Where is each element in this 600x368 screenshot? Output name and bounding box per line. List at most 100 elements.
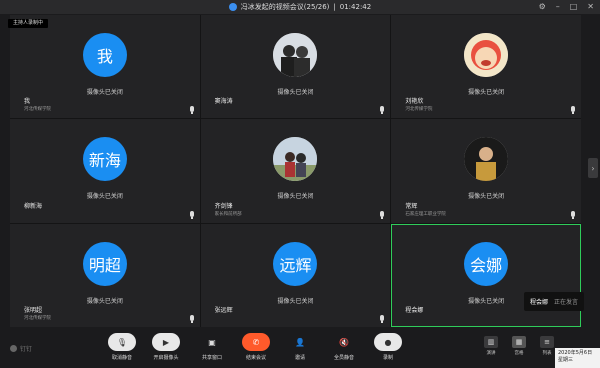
camera-label: 开启摄像头 bbox=[153, 355, 179, 361]
speaking-indicator: 程会娜 正在发言 bbox=[524, 292, 585, 311]
recording-badge: 主持人录制中 bbox=[8, 19, 49, 28]
settings-icon[interactable]: ⚙ bbox=[539, 2, 546, 11]
record-button[interactable]: ● 录制 bbox=[368, 333, 408, 361]
participant-name: 柳新海 bbox=[24, 202, 43, 210]
share-label: 共享窗口 bbox=[201, 355, 222, 361]
speaker-state: 正在发言 bbox=[554, 299, 579, 306]
window-controls: ⚙ – □ ✕ bbox=[539, 2, 594, 11]
mic-icon bbox=[380, 315, 385, 323]
avatar-photo bbox=[273, 33, 318, 77]
system-clock: 2020年5月6日 星期三 bbox=[555, 348, 600, 368]
camera-off-text: 摄像头已关闭 bbox=[86, 193, 123, 201]
participant-name: 我 bbox=[24, 98, 31, 106]
mic-icon: 🎙 bbox=[108, 333, 136, 351]
unmute-label: 取消静音 bbox=[111, 355, 132, 361]
title-bar: 冯冰发起的视频会议(25/26) | 01:42:42 ⚙ – □ ✕ bbox=[0, 0, 600, 14]
meeting-timer: 01:42:42 bbox=[339, 3, 372, 11]
avatar: 新海 bbox=[82, 137, 127, 182]
participant-tile[interactable]: 摄像头已关闭 齐剑锋 家长和前所部 bbox=[200, 119, 391, 223]
participant-name: 程会娜 bbox=[405, 307, 424, 314]
avatar: 我 bbox=[82, 33, 127, 77]
mute-all-icon: 🔇 bbox=[339, 337, 349, 347]
video-grid: 我 摄像头已关闭 我 河北传媒学院 摄像头已关闭 窦海涛 摄像头已关闭 刘艳欣 … bbox=[10, 15, 581, 327]
phone-icon: ✆ bbox=[242, 333, 270, 351]
close-icon[interactable]: ✕ bbox=[587, 2, 594, 11]
unmute-button[interactable]: 🎙 取消静音 bbox=[102, 333, 142, 361]
mute-all-label: 全员静音 bbox=[333, 355, 354, 361]
camera-icon: ▶ bbox=[152, 333, 180, 351]
avatar-photo bbox=[464, 137, 509, 182]
participant-tile[interactable]: 我 摄像头已关闭 我 河北传媒学院 bbox=[10, 15, 200, 119]
end-meeting-button[interactable]: ✆ 结束会议 bbox=[236, 333, 276, 361]
end-meeting-label: 结束会议 bbox=[245, 355, 266, 361]
minimize-icon[interactable]: – bbox=[556, 2, 560, 11]
mic-icon bbox=[380, 106, 385, 115]
mic-icon bbox=[189, 106, 194, 115]
camera-off-text: 摄像头已关闭 bbox=[86, 89, 123, 96]
participant-tile[interactable]: 摄像头已关闭 刘艳欣 河北传媒学院 bbox=[391, 15, 581, 119]
avatar: 明超 bbox=[82, 241, 127, 286]
participant-name: 张远辉 bbox=[214, 307, 233, 314]
camera-off-text: 摄像头已关闭 bbox=[468, 89, 505, 96]
speaker-name: 程会娜 bbox=[530, 299, 549, 306]
mute-all-button[interactable]: 🔇 全员静音 bbox=[324, 333, 364, 362]
participant-tile[interactable]: 摄像头已关闭 窦海涛 bbox=[200, 15, 391, 119]
participant-org: 河北传媒学院 bbox=[24, 316, 51, 321]
avatar bbox=[464, 33, 509, 77]
clock-weekday: 星期三 bbox=[558, 357, 574, 363]
avatar bbox=[273, 33, 318, 77]
invite-button[interactable]: 👤 邀请 bbox=[280, 333, 320, 362]
view-label: 演讲 bbox=[486, 351, 496, 356]
mic-icon bbox=[189, 315, 194, 323]
camera-off-text: 摄像头已关闭 bbox=[468, 193, 505, 201]
avatar-photo bbox=[464, 33, 509, 77]
invite-icon: 👤 bbox=[295, 337, 305, 347]
title-separator: | bbox=[333, 3, 336, 11]
participant-name: 张明超 bbox=[24, 307, 43, 314]
camera-button[interactable]: ▶ 开启摄像头 bbox=[146, 333, 186, 361]
avatar bbox=[273, 137, 318, 182]
view-grid-button[interactable]: ▦ 宫格 bbox=[508, 336, 530, 356]
participant-tile[interactable]: 远辉 摄像头已关闭 张远辉 bbox=[200, 223, 391, 327]
dingtalk-logo-icon bbox=[10, 345, 17, 352]
participant-org: 石家庄理工职业学院 bbox=[405, 211, 446, 217]
camera-off-text: 摄像头已关闭 bbox=[277, 297, 314, 305]
next-page-arrow-icon[interactable]: › bbox=[588, 158, 598, 178]
meeting-icon bbox=[228, 3, 237, 11]
mic-icon bbox=[380, 210, 385, 219]
meeting-title: 冯冰发起的视频会议(25/26) bbox=[240, 3, 330, 11]
participant-tile[interactable]: 摄像头已关闭 常辉 石家庄理工职业学院 bbox=[391, 119, 581, 223]
avatar: 会娜 bbox=[464, 241, 509, 286]
camera-off-text: 摄像头已关闭 bbox=[277, 89, 314, 96]
mic-icon bbox=[571, 106, 575, 115]
participant-org: 河北传媒学院 bbox=[24, 107, 51, 113]
grid-view-icon: ▦ bbox=[512, 336, 526, 348]
participant-name: 齐剑锋 bbox=[214, 202, 233, 210]
participant-org: 家长和前所部 bbox=[214, 211, 242, 217]
camera-off-text: 摄像头已关闭 bbox=[277, 193, 314, 201]
meeting-toolbar: 钉钉 🎙 取消静音 ▶ 开启摄像头 ▣ 共享窗口 ✆ 结束会议 👤 邀请 🔇 全… bbox=[0, 328, 600, 368]
list-view-icon: ≡ bbox=[540, 336, 554, 348]
share-icon: ▣ bbox=[208, 337, 216, 347]
record-label: 录制 bbox=[382, 355, 393, 361]
participant-tile[interactable]: 明超 摄像头已关闭 张明超 河北传媒学院 bbox=[10, 223, 200, 327]
participant-name: 常辉 bbox=[405, 202, 418, 210]
participant-name: 窦海涛 bbox=[214, 98, 233, 106]
share-window-button[interactable]: ▣ 共享窗口 bbox=[192, 333, 232, 362]
clock-date: 2020年5月6日 bbox=[558, 350, 593, 356]
avatar: 远辉 bbox=[273, 241, 318, 286]
brand: 钉钉 bbox=[10, 344, 32, 353]
participant-name: 刘艳欣 bbox=[405, 98, 424, 106]
maximize-icon[interactable]: □ bbox=[570, 2, 578, 11]
camera-off-text: 摄像头已关闭 bbox=[86, 297, 123, 305]
mic-icon bbox=[571, 210, 575, 219]
view-speaker-button[interactable]: ▥ 演讲 bbox=[480, 336, 502, 356]
participant-tile-active[interactable]: 会娜 摄像头已关闭 程会娜 bbox=[391, 223, 581, 327]
invite-label: 邀请 bbox=[294, 355, 305, 361]
participant-tile[interactable]: 新海 摄像头已关闭 柳新海 bbox=[10, 119, 200, 223]
avatar bbox=[464, 137, 509, 182]
brand-name: 钉钉 bbox=[20, 346, 33, 353]
mic-icon bbox=[189, 210, 194, 219]
avatar-photo bbox=[273, 137, 318, 182]
speaker-view-icon: ▥ bbox=[484, 336, 498, 348]
